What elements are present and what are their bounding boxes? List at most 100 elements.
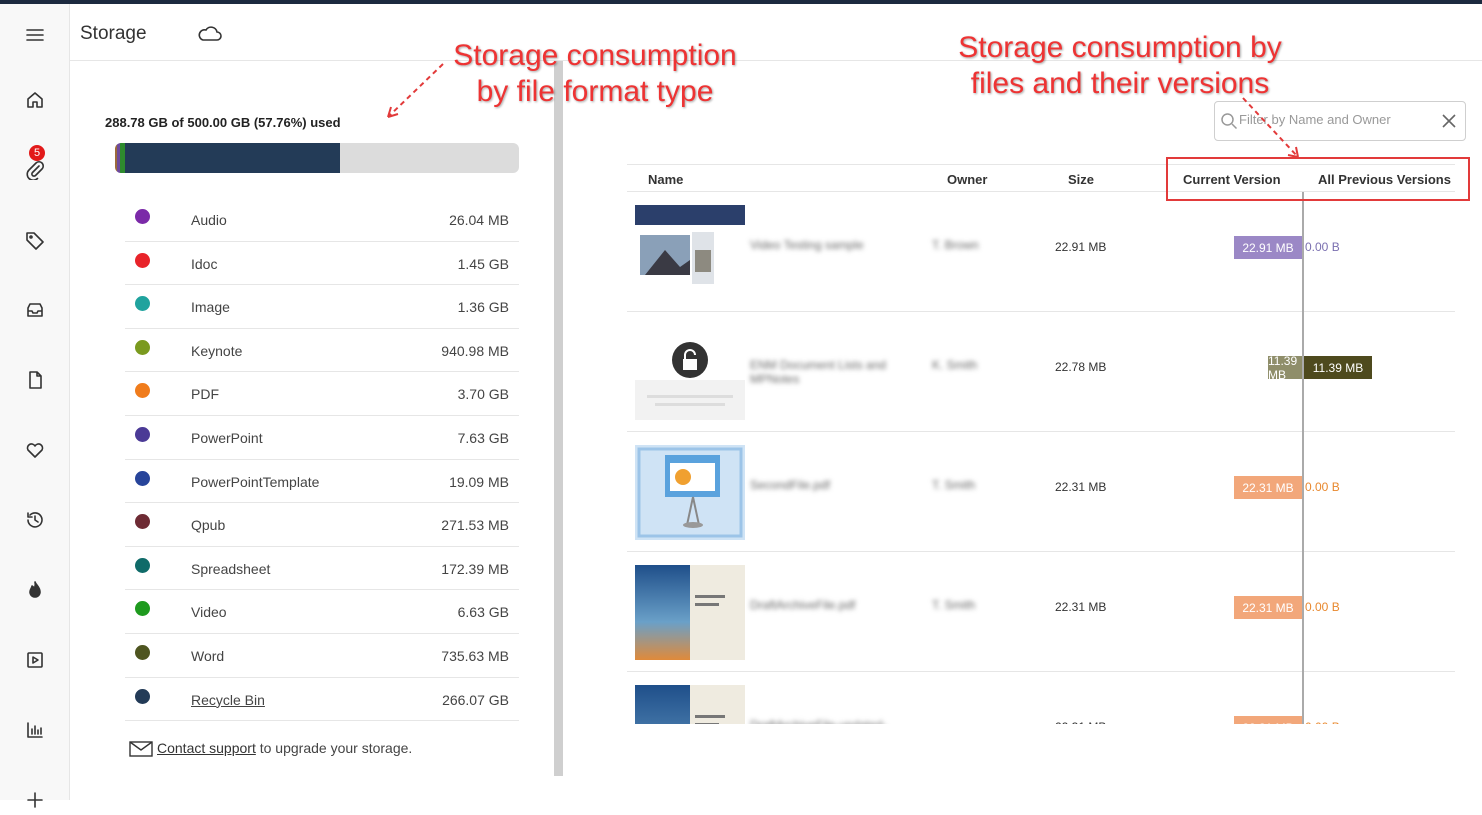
- column-size[interactable]: Size: [1068, 172, 1094, 187]
- file-type-size: 6.63 GB: [457, 604, 509, 621]
- file-type-name: Word: [191, 647, 225, 664]
- file-type-row: PowerPointTemplate 19.09 MB: [125, 460, 519, 504]
- file-type-row: Word 735.63 MB: [125, 634, 519, 678]
- file-type-size: 271.53 MB: [441, 517, 509, 534]
- file-type-size: 266.07 GB: [442, 691, 509, 708]
- file-size: 22.78 MB: [1055, 360, 1107, 374]
- annotation-right: Storage consumption by files and their ve…: [935, 30, 1305, 102]
- home-icon[interactable]: [20, 85, 50, 115]
- column-name[interactable]: Name: [648, 172, 683, 187]
- file-type-row: Video 6.63 GB: [125, 590, 519, 634]
- file-owner: T. Smith: [932, 478, 976, 492]
- current-version-bar: 22.31 MB: [1234, 716, 1302, 724]
- table-row[interactable]: SecondFile.pdf T. Smith 22.31 MB 22.31 MB 0.…: [627, 432, 1455, 552]
- file-type-size: 940.98 MB: [441, 342, 509, 359]
- file-name[interactable]: Video Testing sample: [750, 238, 910, 252]
- file-type-color-dot: [135, 252, 150, 268]
- file-type-row: Spreadsheet 172.39 MB: [125, 547, 519, 591]
- annotation-left-text: Storage consumption by file format type: [453, 39, 737, 108]
- chart-icon[interactable]: [20, 715, 50, 745]
- file-type-name: Video: [191, 604, 227, 621]
- file-owner: T. Brown: [932, 238, 979, 252]
- file-owner: T. Smith: [932, 598, 976, 612]
- history-icon[interactable]: [20, 505, 50, 535]
- document-icon[interactable]: [20, 365, 50, 395]
- flame-icon[interactable]: [20, 575, 50, 605]
- current-version-bar: 22.31 MB: [1234, 596, 1302, 619]
- file-name[interactable]: DraftArchiveFile.pdf: [750, 598, 910, 612]
- table-row[interactable]: Video Testing sample T. Brown 22.91 MB 22.9…: [627, 192, 1455, 312]
- clear-icon[interactable]: [1441, 113, 1457, 129]
- play-icon[interactable]: [20, 645, 50, 675]
- file-type-name: PowerPoint: [191, 429, 263, 446]
- file-type-row: Qpub 271.53 MB: [125, 503, 519, 547]
- table-row[interactable]: DraftArchiveFile-updated-bonus 22.31 MB 22…: [627, 672, 1455, 724]
- file-type-size: 19.09 MB: [449, 473, 509, 490]
- version-split-line: [1302, 192, 1304, 724]
- file-size: 22.91 MB: [1055, 240, 1107, 254]
- file-type-row: PDF 3.70 GB: [125, 372, 519, 416]
- file-type-size: 7.63 GB: [457, 429, 509, 446]
- current-version-bar: 22.91 MB: [1234, 236, 1302, 259]
- filter-box: [1214, 101, 1466, 141]
- table-row[interactable]: DraftArchiveFile.pdf T. Smith 22.31 MB 22.3…: [627, 552, 1455, 672]
- file-type-name[interactable]: Recycle Bin: [191, 692, 265, 708]
- storage-usage-bar: [115, 143, 519, 173]
- file-type-row: Recycle Bin 266.07 GB: [125, 678, 519, 722]
- column-owner[interactable]: Owner: [947, 172, 987, 187]
- file-type-name: PowerPointTemplate: [191, 473, 320, 490]
- file-name[interactable]: ENM Document Lists and MPNotes: [750, 358, 910, 386]
- previous-versions-bar: 11.39 MB: [1304, 356, 1372, 379]
- file-type-row: Image 1.36 GB: [125, 285, 519, 329]
- table-row[interactable]: ENM Document Lists and MPNotes K. Smith 22…: [627, 312, 1455, 432]
- file-type-row: Keynote 940.98 MB: [125, 329, 519, 373]
- file-table-body: Video Testing sample T. Brown 22.91 MB 22.9…: [627, 192, 1455, 724]
- file-type-color-dot: [135, 296, 150, 312]
- file-thumbnail[interactable]: [635, 685, 745, 724]
- cloud-icon: [198, 26, 222, 41]
- file-type-color-dot: [135, 644, 150, 660]
- file-type-color-dot: [135, 426, 150, 442]
- file-type-name: Idoc: [191, 255, 218, 272]
- file-type-size: 1.36 GB: [457, 299, 509, 316]
- file-type-size: 735.63 MB: [441, 647, 509, 664]
- previous-versions-value: 0.00 B: [1305, 720, 1340, 724]
- annotation-right-text: Storage consumption by files and their ve…: [958, 31, 1282, 100]
- file-type-row: Idoc 1.45 GB: [125, 242, 519, 286]
- file-type-name: Keynote: [191, 342, 243, 359]
- previous-versions-value: 0.00 B: [1305, 480, 1340, 494]
- current-version-bar: 11.39 MB: [1268, 354, 1302, 382]
- file-type-row: Audio 26.04 MB: [125, 198, 519, 242]
- file-type-size: 1.45 GB: [457, 255, 509, 272]
- file-type-name: PDF: [191, 386, 219, 403]
- notification-badge: 5: [29, 145, 45, 161]
- contact-support-link[interactable]: Contact support: [157, 740, 256, 756]
- file-name[interactable]: SecondFile.pdf: [750, 478, 910, 492]
- menu-icon[interactable]: [20, 20, 50, 50]
- file-type-name: Spreadsheet: [191, 560, 271, 577]
- file-type-color-dot: [135, 339, 150, 355]
- file-type-list: Audio 26.04 MB Idoc 1.45 GB Image 1.36 GB Keyn…: [125, 198, 519, 722]
- filter-input[interactable]: [1239, 112, 1435, 127]
- file-type-color-dot: [135, 470, 150, 486]
- search-icon: [1221, 113, 1238, 130]
- file-thumbnail[interactable]: [635, 565, 745, 660]
- file-owner: K. Smith: [932, 358, 978, 372]
- annotation-left: Storage consumption by file format type: [430, 38, 760, 110]
- file-type-color-dot: [135, 557, 150, 573]
- file-thumbnail[interactable]: [635, 205, 745, 300]
- file-thumbnail[interactable]: [635, 445, 745, 540]
- file-type-name: Audio: [191, 212, 227, 228]
- file-size: 22.31 MB: [1055, 720, 1106, 724]
- heart-icon[interactable]: [20, 435, 50, 465]
- panel-splitter[interactable]: [554, 61, 563, 776]
- previous-versions-value: 0.00 B: [1305, 240, 1340, 254]
- file-type-name: Qpub: [191, 517, 226, 534]
- file-name[interactable]: DraftArchiveFile-updated-bonus: [750, 718, 910, 724]
- inbox-icon[interactable]: [20, 295, 50, 325]
- file-thumbnail[interactable]: [635, 325, 745, 420]
- plus-icon[interactable]: [20, 785, 50, 815]
- page-title: Storage: [80, 23, 147, 44]
- annotation-highlight-box: [1166, 157, 1470, 201]
- tag-icon[interactable]: [20, 225, 50, 255]
